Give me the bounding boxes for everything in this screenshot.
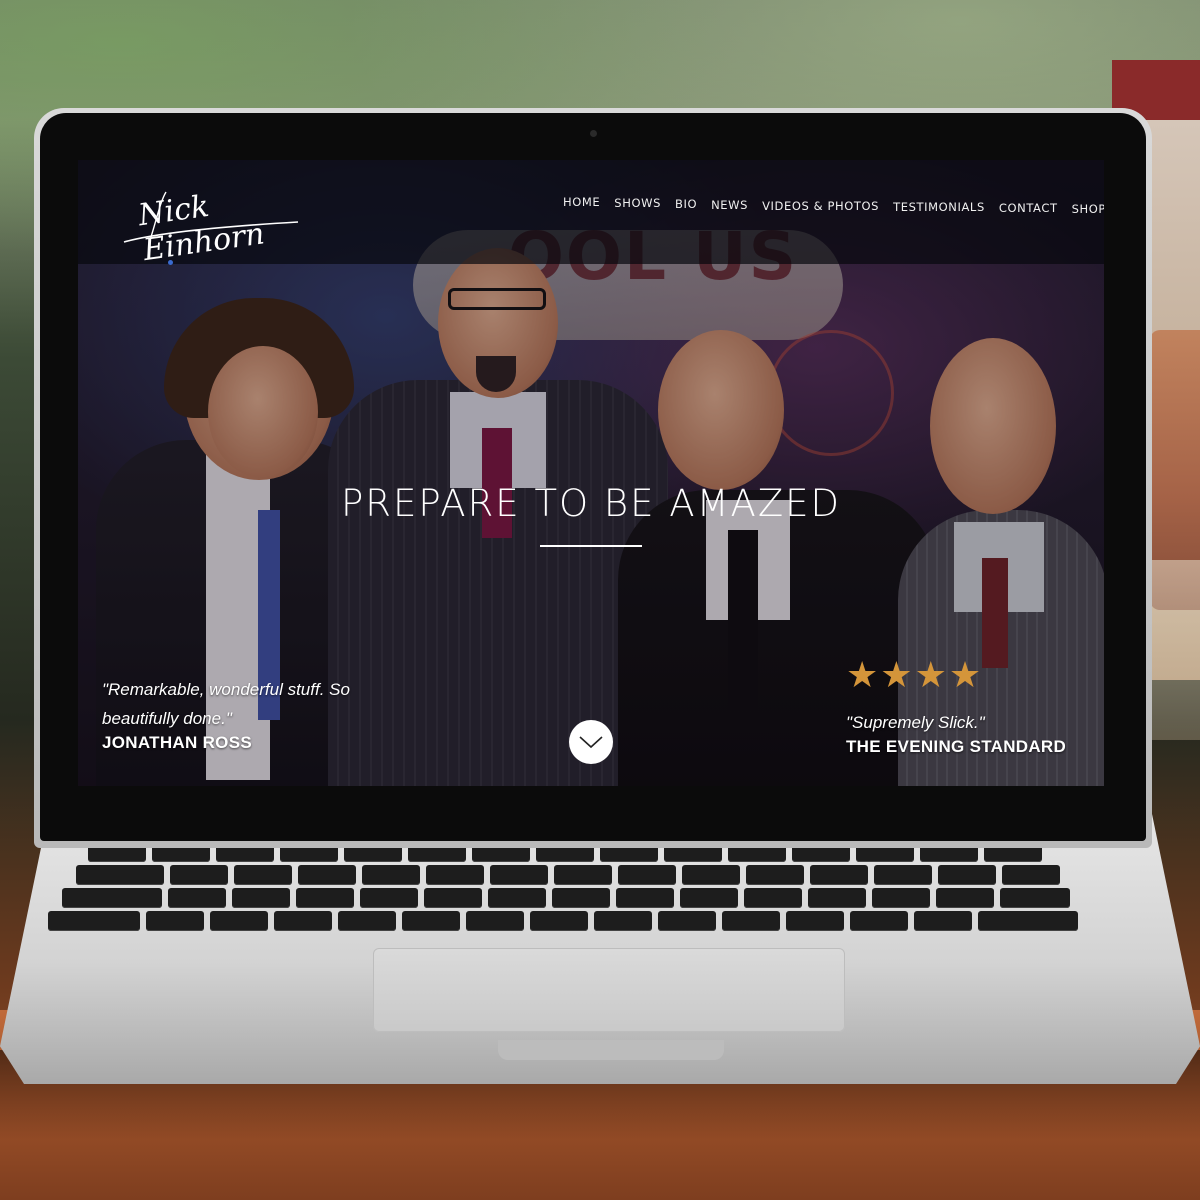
testimonial-source: THE EVENING STANDARD xyxy=(846,737,1067,756)
star-icon: ★ xyxy=(880,655,913,696)
active-indicator xyxy=(168,260,173,265)
site-logo[interactable]: Nick Einhorn xyxy=(120,182,306,268)
nav-home[interactable]: HOME xyxy=(556,195,607,216)
star-icon: ★ xyxy=(948,655,982,696)
star-icon: ★ xyxy=(846,655,879,696)
star-rating: ★ ★ ★ ★ xyxy=(846,658,981,694)
nav-shop[interactable]: SHOP xyxy=(1065,202,1104,216)
camera-icon xyxy=(590,130,597,137)
trackpad xyxy=(373,948,845,1032)
nav-contact[interactable]: CONTACT xyxy=(992,201,1065,216)
testimonial-right: "Supremely Slick." THE EVENING STANDARD xyxy=(846,708,1096,757)
laptop-screen: OOL US xyxy=(78,160,1104,786)
nav-videos-photos[interactable]: VIDEOS & PHOTOS xyxy=(755,199,886,216)
testimonial-quote: "Remarkable, wonderful stuff. So beautif… xyxy=(102,680,350,728)
scroll-down-button[interactable] xyxy=(569,720,613,764)
star-icon: ★ xyxy=(914,655,947,696)
key-row xyxy=(76,865,1136,885)
nav-shows[interactable]: SHOWS xyxy=(607,196,668,216)
nav-bio[interactable]: BIO xyxy=(668,197,704,216)
main-nav: HOME SHOWS BIO NEWS VIDEOS & PHOTOS TEST… xyxy=(556,195,1104,216)
testimonial-source: JONATHAN ROSS xyxy=(102,733,252,752)
key-row xyxy=(62,888,1152,908)
keyboard xyxy=(40,840,1160,950)
chevron-down-icon xyxy=(579,736,603,749)
hero-title: PREPARE TO BE AMAZED xyxy=(340,482,842,525)
testimonial-left: "Remarkable, wonderful stuff. So beautif… xyxy=(102,675,402,753)
nav-testimonials[interactable]: TESTIMONIALS xyxy=(886,200,992,216)
testimonial-quote: "Supremely Slick." xyxy=(846,713,985,732)
key-row xyxy=(48,911,1158,931)
hero-divider xyxy=(540,545,642,547)
laptop-front-lip xyxy=(498,1040,724,1060)
nav-news[interactable]: NEWS xyxy=(704,198,755,216)
